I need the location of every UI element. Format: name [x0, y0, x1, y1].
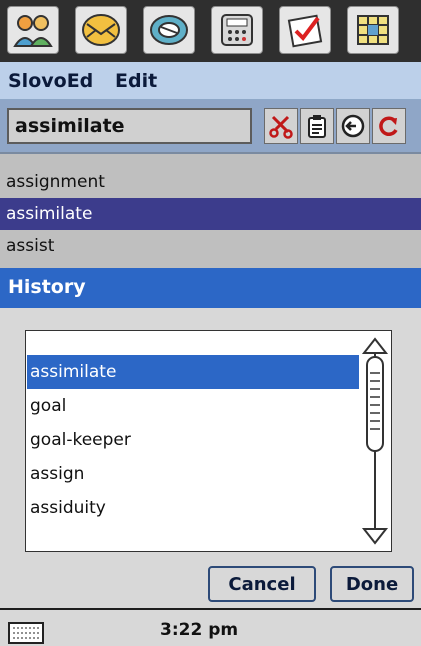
launcher-mail-button[interactable]: [75, 6, 127, 54]
mail-icon: [82, 14, 120, 46]
scrollbar[interactable]: [361, 335, 389, 547]
cut-button[interactable]: [264, 108, 298, 144]
people-icon: [13, 15, 53, 47]
history-item[interactable]: goal: [27, 389, 359, 423]
history-item[interactable]: assign: [27, 457, 359, 491]
menu-bar: SlovoEd Edit: [0, 62, 421, 100]
history-list: assimilate goal goal-keeper assign assid…: [25, 330, 392, 552]
scroll-down-arrow-icon[interactable]: [361, 528, 389, 545]
launcher-calculator-button[interactable]: [211, 6, 263, 54]
tasks-icon: [287, 14, 323, 48]
word-list-item[interactable]: assist: [0, 230, 421, 262]
cut-icon: [269, 115, 293, 139]
status-bar: 3:22 pm: [0, 608, 421, 646]
launcher-tasks-button[interactable]: [279, 6, 331, 54]
calculator-icon: [221, 14, 253, 46]
dialog-title: History: [0, 268, 421, 308]
app-launcher-bar: [0, 0, 421, 62]
disc-icon: [150, 15, 188, 45]
word-list-item[interactable]: assignment: [0, 166, 421, 198]
done-button[interactable]: Done: [330, 566, 414, 602]
cancel-button[interactable]: Cancel: [208, 566, 316, 602]
word-list-item-selected[interactable]: assimilate: [0, 198, 421, 230]
search-input[interactable]: [7, 108, 252, 144]
launcher-people-button[interactable]: [7, 6, 59, 54]
search-toolbar: [0, 100, 421, 152]
refresh-button[interactable]: [372, 108, 406, 144]
keyboard-icon[interactable]: [8, 622, 44, 644]
word-list: assignment assimilate assist: [0, 152, 421, 268]
grid-icon: [357, 15, 389, 45]
back-button[interactable]: [336, 108, 370, 144]
clipboard-button[interactable]: [300, 108, 334, 144]
history-item-selected[interactable]: assimilate: [27, 355, 359, 389]
launcher-grid-button[interactable]: [347, 6, 399, 54]
back-arrow-icon: [341, 114, 365, 138]
history-item[interactable]: assiduity: [27, 491, 359, 525]
launcher-disc-button[interactable]: [143, 6, 195, 54]
menu-slovoed[interactable]: SlovoEd: [8, 70, 93, 92]
clipboard-icon: [308, 115, 326, 138]
refresh-icon: [379, 116, 398, 136]
clock: 3:22 pm: [160, 620, 239, 640]
menu-edit[interactable]: Edit: [115, 70, 157, 92]
history-dialog: assimilate goal goal-keeper assign assid…: [0, 308, 421, 608]
scroll-up-arrow-icon[interactable]: [361, 337, 389, 354]
scroll-thumb[interactable]: [366, 356, 384, 452]
history-item[interactable]: goal-keeper: [27, 423, 359, 457]
